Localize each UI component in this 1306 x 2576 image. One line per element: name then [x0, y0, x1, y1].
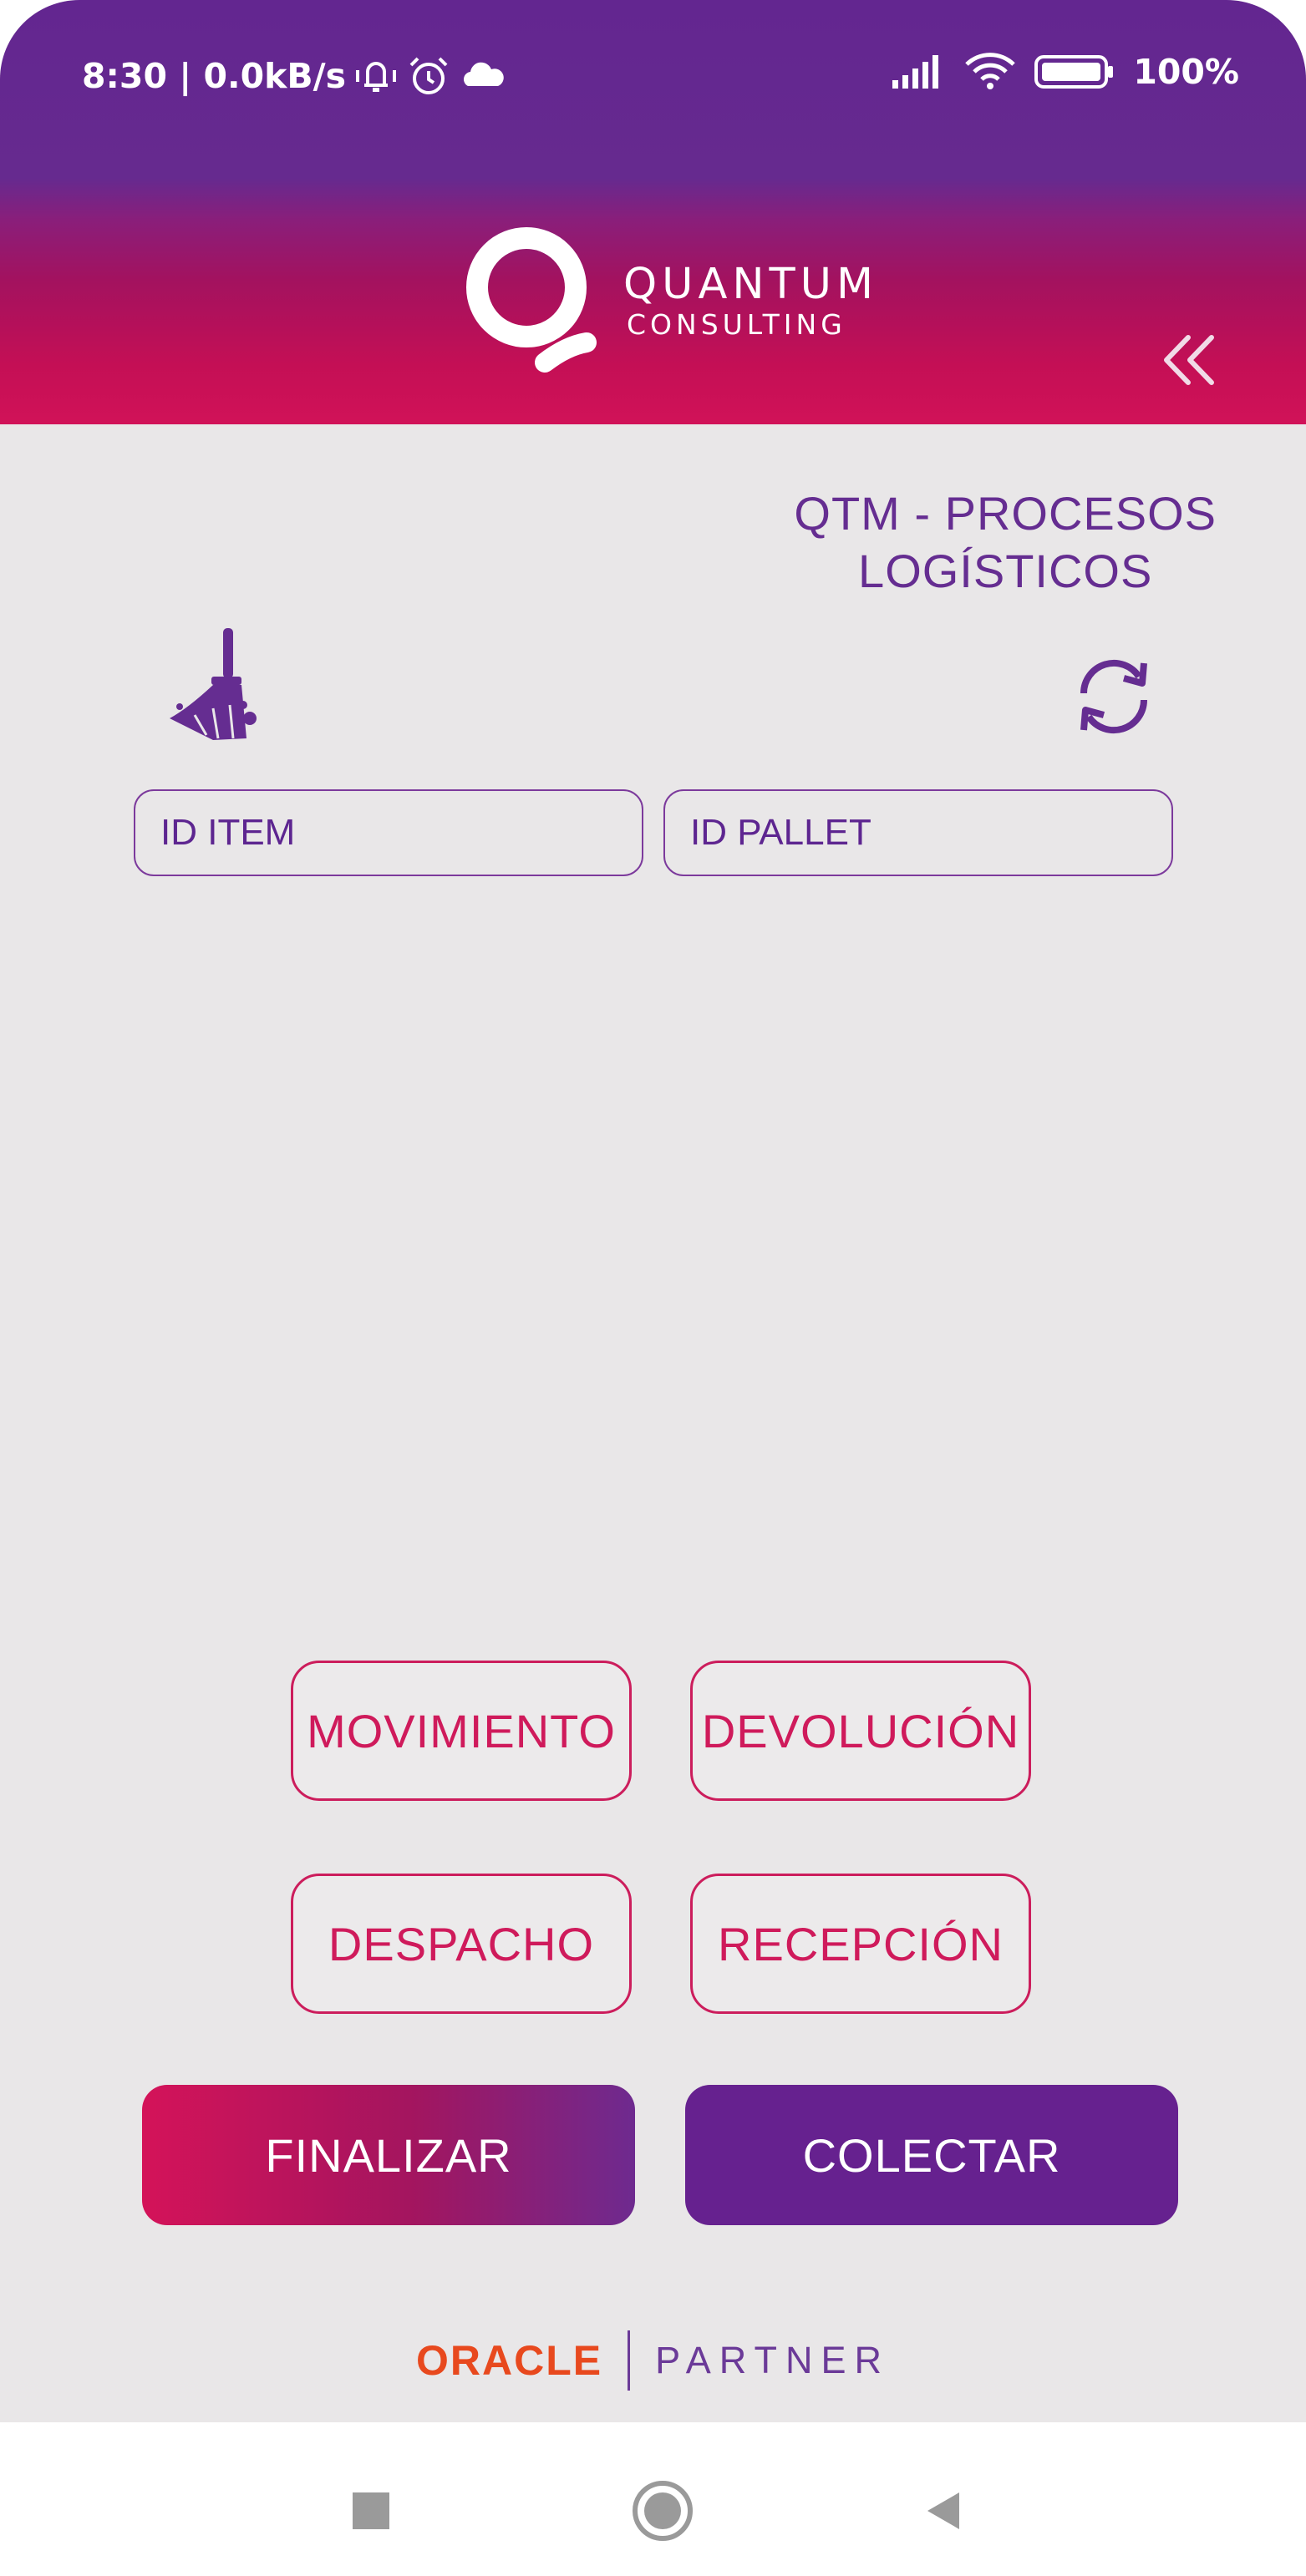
page-title-line-1: QTM - PROCESOS: [794, 487, 1217, 540]
colectar-button[interactable]: COLECTAR: [685, 2085, 1178, 2225]
app-header: 8:30 | 0.0kB/s 100% QUANTUM CONSULTING: [0, 0, 1306, 424]
quantum-logo: QUANTUM CONSULTING: [465, 224, 878, 378]
recent-apps-button[interactable]: [351, 2491, 391, 2535]
clean-button[interactable]: [163, 625, 262, 743]
system-nav-bar: [0, 2422, 1306, 2576]
status-right: 100%: [892, 52, 1239, 92]
collapse-button[interactable]: [1160, 332, 1218, 388]
oracle-wordmark: ORACLE: [416, 2337, 603, 2384]
quantum-q-icon: [466, 227, 597, 373]
home-button[interactable]: [631, 2479, 694, 2547]
finalizar-button[interactable]: FINALIZAR: [142, 2085, 635, 2225]
home-icon: [633, 2481, 693, 2541]
devolucion-button[interactable]: DEVOLUCIÓN: [690, 1661, 1031, 1801]
oracle-partner-logo: ORACLE PARTNER: [0, 2330, 1306, 2391]
refresh-icon: [1080, 659, 1148, 734]
vibrate-icon: [354, 57, 398, 95]
recent-apps-icon: [353, 2492, 389, 2529]
status-left: 8:30 | 0.0kB/s: [82, 55, 506, 97]
id-pallet-input[interactable]: [663, 789, 1173, 876]
wifi-icon: [964, 53, 1016, 91]
logo-divider: [628, 2330, 631, 2391]
status-bar: 8:30 | 0.0kB/s 100%: [0, 48, 1306, 107]
battery-icon: [1034, 53, 1115, 90]
partner-label: PARTNER: [655, 2339, 890, 2381]
page-title: QTM - PROCESOS LOGÍSTICOS: [794, 484, 1217, 600]
logo-line-2: CONSULTING: [627, 308, 846, 341]
signal-icon: [892, 53, 946, 90]
status-time-speed: 8:30 | 0.0kB/s: [82, 56, 347, 96]
alarm-icon: [406, 55, 451, 97]
refresh-button[interactable]: [1072, 652, 1156, 742]
double-chevron-left-icon: [1164, 335, 1214, 385]
phone-frame: 8:30 | 0.0kB/s 100% QUANTUM CONSULTING Q…: [0, 0, 1306, 2576]
cloud-icon: [460, 59, 506, 93]
logo-line-1: QUANTUM: [623, 260, 878, 309]
page-title-line-2: LOGÍSTICOS: [858, 545, 1153, 597]
recepcion-button[interactable]: RECEPCIÓN: [690, 1874, 1031, 2014]
broom-icon: [170, 628, 257, 740]
id-item-input[interactable]: [134, 789, 643, 876]
back-icon: [927, 2492, 959, 2529]
app-screen: 8:30 | 0.0kB/s 100% QUANTUM CONSULTING Q…: [0, 0, 1306, 2422]
logo-text: QUANTUM CONSULTING: [623, 263, 878, 338]
back-button[interactable]: [926, 2491, 963, 2535]
battery-level: 100%: [1133, 52, 1239, 92]
movimiento-button[interactable]: MOVIMIENTO: [291, 1661, 632, 1801]
despacho-button[interactable]: DESPACHO: [291, 1874, 632, 2014]
